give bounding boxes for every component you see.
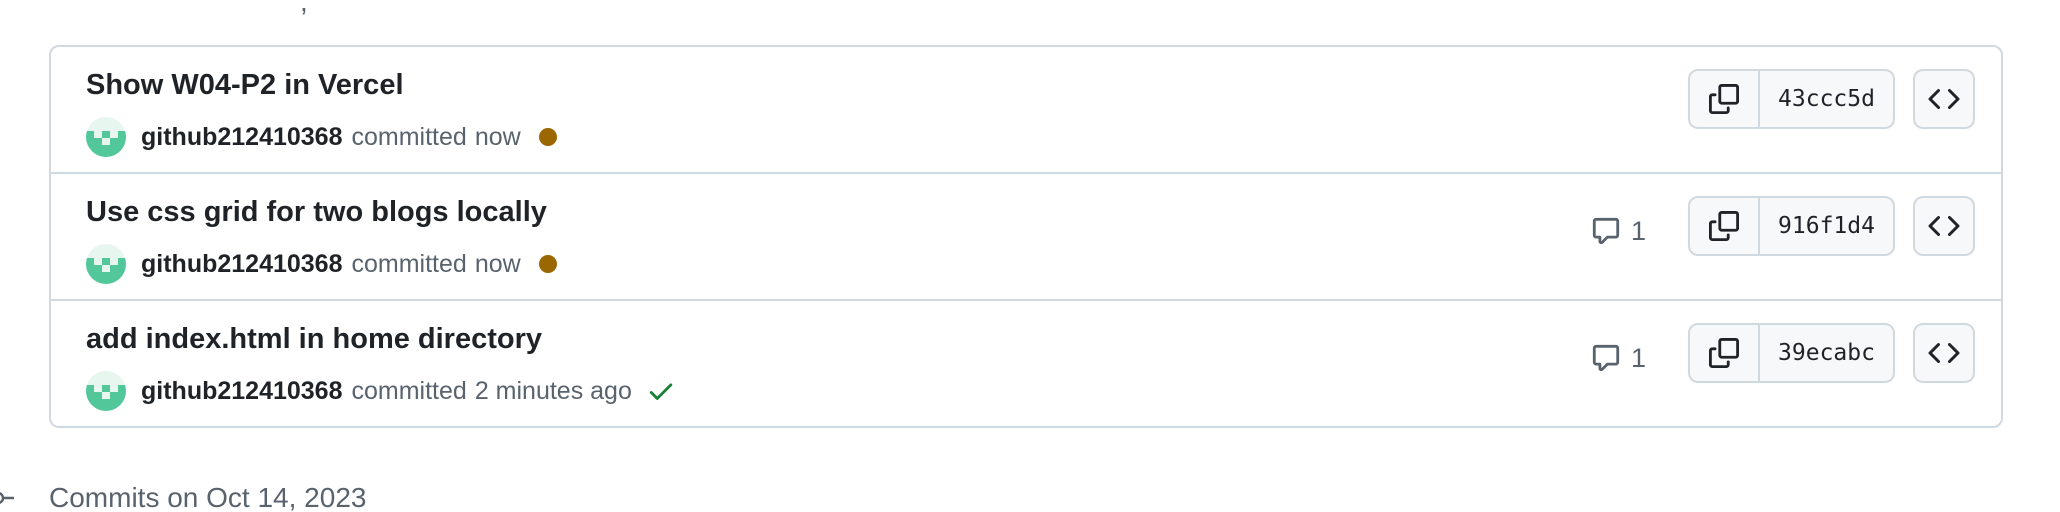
copy-sha-button[interactable] [1690, 325, 1760, 381]
comment-count: 1 [1631, 215, 1647, 246]
commit-meta: github212410368 committed now [86, 117, 557, 157]
identicon-icon [86, 131, 126, 157]
copy-icon [1709, 84, 1739, 114]
copy-icon [1709, 211, 1739, 241]
commit-sha-link[interactable]: 43ccc5d [1760, 71, 1893, 127]
date-header-label: Commits on Oct 14, 2023 [49, 482, 367, 512]
commit-time: 2 minutes ago [474, 376, 632, 405]
commit-sha-link[interactable]: 39ecabc [1760, 325, 1893, 381]
commit-row: Show W04-P2 in Vercel github212410368 co… [51, 47, 2001, 174]
commit-meta: github212410368 committed now [86, 244, 557, 284]
author-link[interactable]: github212410368 [141, 250, 343, 279]
git-commit-icon [0, 492, 14, 504]
comment-icon [1592, 344, 1620, 372]
commit-list: Show W04-P2 in Vercel github212410368 co… [49, 45, 2003, 428]
commit-action-text: committed [351, 122, 467, 151]
comment-count: 1 [1631, 342, 1647, 373]
copy-sha-button[interactable] [1690, 71, 1760, 127]
commit-sha-link[interactable]: 916f1d4 [1760, 198, 1893, 254]
status-pending-icon[interactable] [538, 255, 557, 273]
copy-icon [1709, 338, 1739, 368]
comments-link[interactable]: 1 [1591, 211, 1646, 251]
author-link[interactable]: github212410368 [141, 123, 343, 152]
avatar[interactable] [86, 117, 126, 157]
identicon-icon [86, 385, 126, 411]
sha-button-group: 916f1d4 [1688, 196, 1895, 256]
comments-link[interactable]: 1 [1591, 338, 1646, 378]
commit-time: now [474, 249, 521, 278]
avatar[interactable] [86, 244, 126, 284]
browse-repo-button[interactable] [1913, 196, 1975, 256]
commit-title-link[interactable]: add index.html in home directory [86, 323, 542, 356]
commit-title-link[interactable]: Show W04-P2 in Vercel [86, 69, 404, 102]
copy-sha-button[interactable] [1690, 198, 1760, 254]
commit-row: add index.html in home directory github2… [51, 301, 2001, 426]
sha-button-group: 43ccc5d [1688, 69, 1895, 129]
commit-meta: github212410368 committed 2 minutes ago [86, 371, 676, 411]
commit-action-text: committed [351, 249, 467, 278]
avatar[interactable] [86, 371, 126, 411]
comment-icon [1592, 217, 1620, 245]
code-icon [1928, 215, 1960, 237]
commit-action-text: committed [351, 376, 467, 405]
commit-title-link[interactable]: Use css grid for two blogs locally [86, 196, 547, 229]
commit-row: Use css grid for two blogs locally githu… [51, 174, 2001, 301]
browse-repo-button[interactable] [1913, 69, 1975, 129]
sha-button-group: 39ecabc [1688, 323, 1895, 383]
commit-time: now [474, 122, 521, 151]
browse-repo-button[interactable] [1913, 323, 1975, 383]
author-link[interactable]: github212410368 [141, 377, 343, 406]
code-icon [1928, 342, 1960, 364]
top-fragment: , [300, 0, 308, 17]
check-icon[interactable] [646, 376, 676, 406]
identicon-icon [86, 258, 126, 284]
code-icon [1928, 88, 1960, 110]
status-pending-icon[interactable] [538, 128, 557, 146]
